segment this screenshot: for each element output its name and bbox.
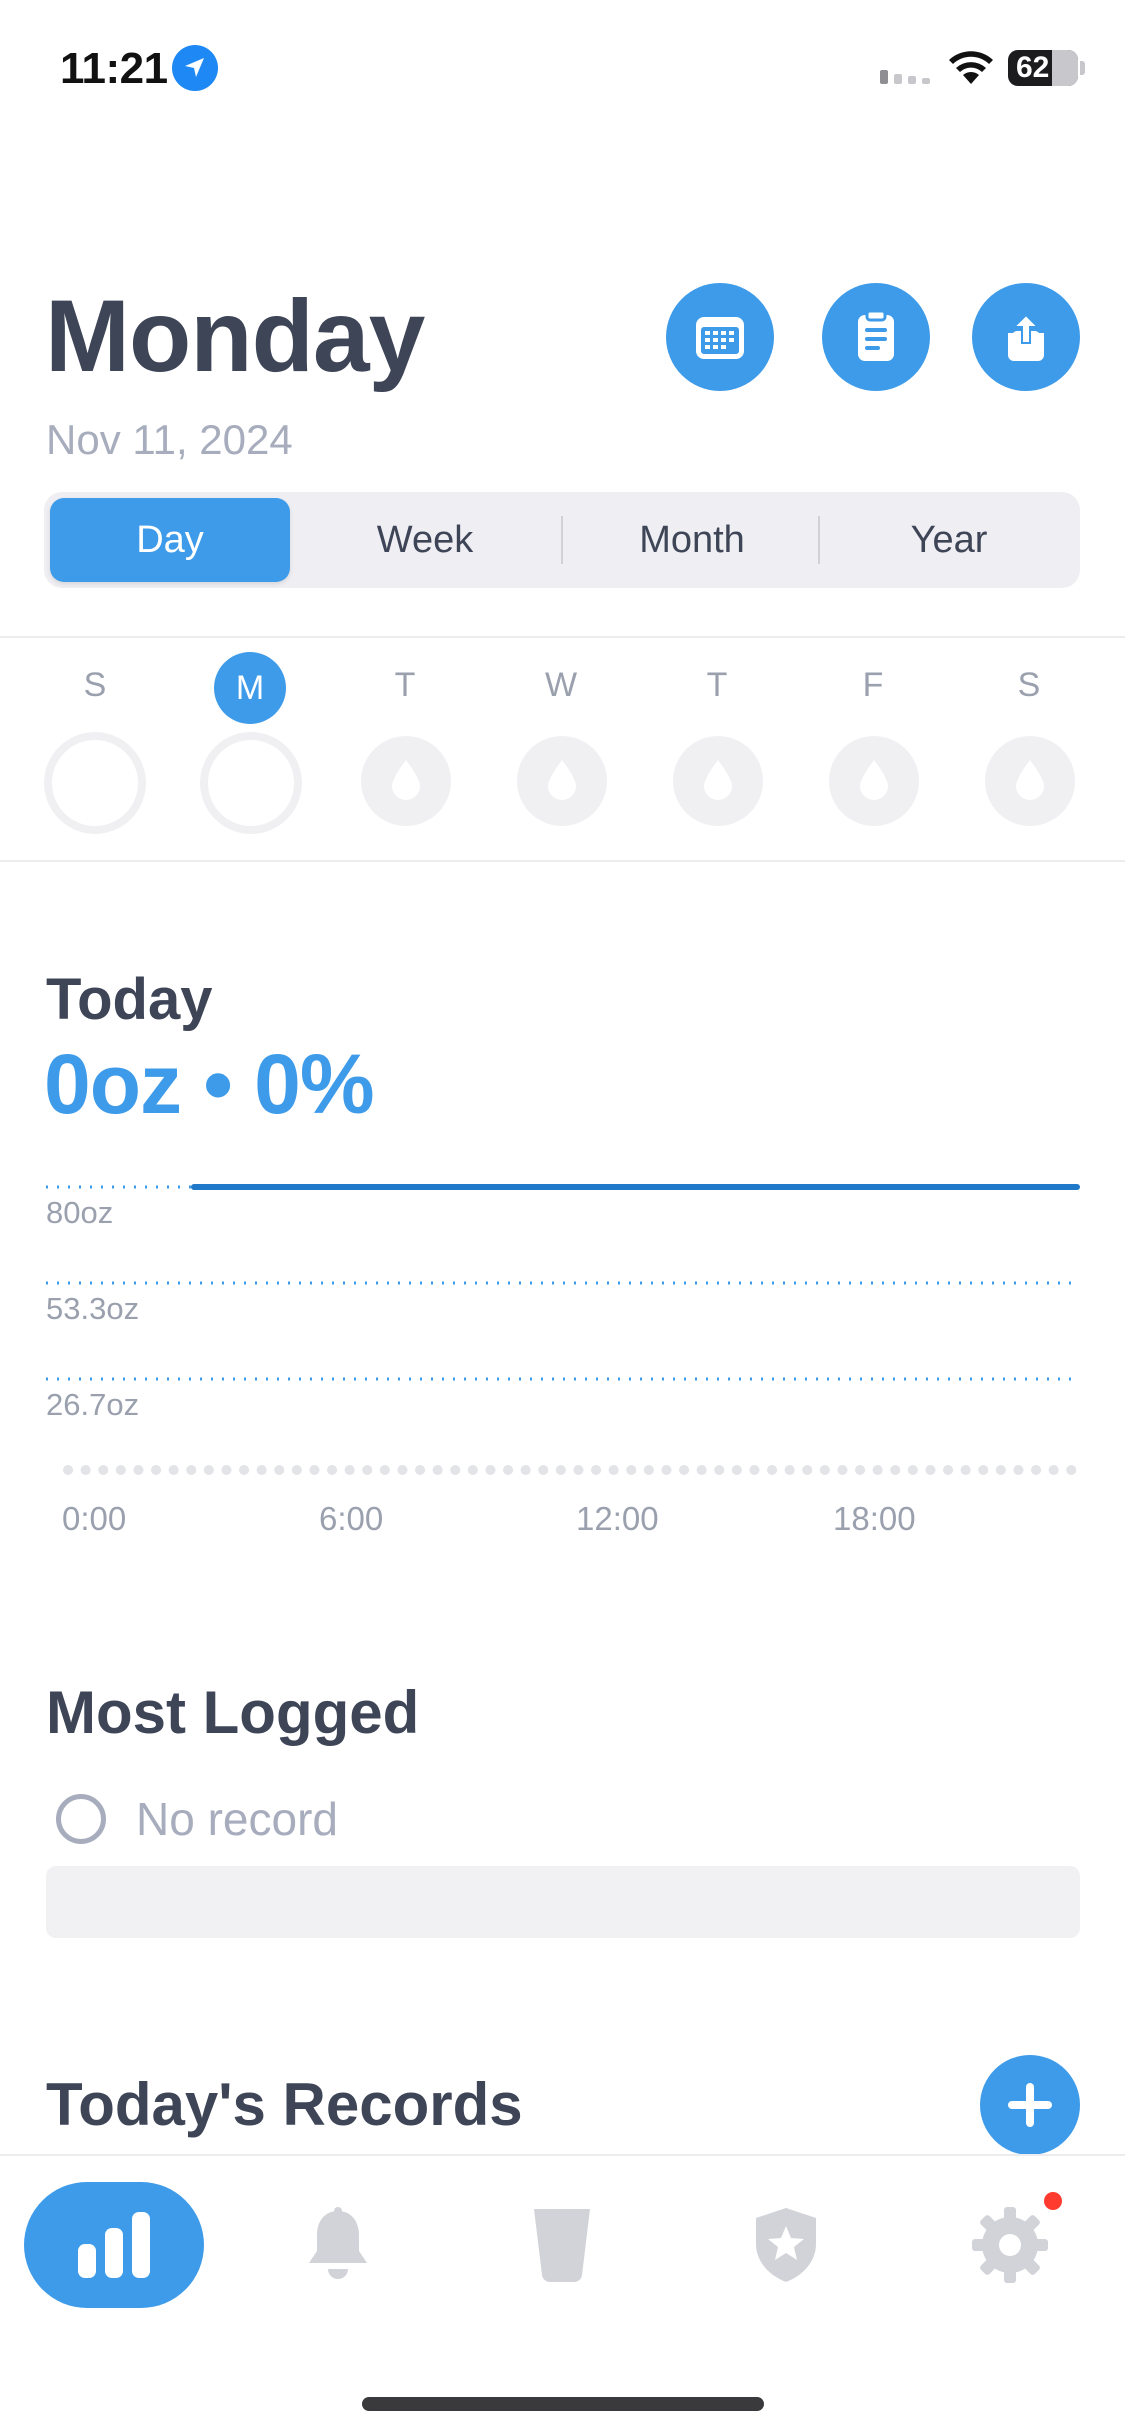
water-drop-icon bbox=[548, 760, 576, 800]
settings-notification-dot bbox=[1044, 2192, 1062, 2210]
tab-reminders[interactable] bbox=[248, 2182, 428, 2308]
status-bar: 11:21 62 bbox=[0, 0, 1125, 140]
status-time: 11:21 bbox=[60, 44, 168, 93]
segment-year[interactable]: Year bbox=[822, 498, 1076, 582]
divider bbox=[0, 860, 1125, 862]
tab-drinks[interactable] bbox=[472, 2182, 652, 2308]
intake-chart bbox=[46, 1184, 1081, 1475]
day-future-drop[interactable] bbox=[985, 736, 1075, 826]
x-tick-label: 12:00 bbox=[576, 1500, 659, 1537]
weekday-label[interactable]: S bbox=[994, 666, 1064, 705]
weekday-label[interactable]: S bbox=[60, 666, 130, 705]
day-progress-ring[interactable] bbox=[200, 732, 302, 834]
divider bbox=[0, 636, 1125, 638]
weekday-label[interactable]: T bbox=[370, 666, 440, 705]
shield-star-icon bbox=[756, 2208, 816, 2282]
battery-icon: 62 bbox=[1008, 50, 1078, 86]
day-progress-ring[interactable] bbox=[44, 732, 146, 834]
tab-achievements[interactable] bbox=[696, 2182, 876, 2308]
calendar-icon bbox=[696, 317, 744, 359]
page-date: Nov 11, 2024 bbox=[46, 416, 293, 463]
weekday-label-selected[interactable]: M bbox=[214, 652, 286, 724]
today-intake-value: 0oz • 0% bbox=[44, 1037, 375, 1131]
battery-level: 62 bbox=[1016, 51, 1050, 84]
y-tick-label: 53.3oz bbox=[46, 1291, 140, 1326]
x-tick-label: 18:00 bbox=[833, 1500, 916, 1537]
calendar-button[interactable] bbox=[666, 283, 774, 391]
tab-statistics[interactable] bbox=[24, 2182, 204, 2308]
day-future-drop[interactable] bbox=[361, 736, 451, 826]
tab-settings[interactable] bbox=[920, 2182, 1100, 2308]
water-drop-icon bbox=[392, 760, 420, 800]
cup-icon bbox=[534, 2209, 590, 2283]
share-icon bbox=[1008, 313, 1044, 361]
weekday-label[interactable]: T bbox=[682, 666, 752, 705]
wifi-icon bbox=[949, 51, 993, 84]
day-future-drop[interactable] bbox=[517, 736, 607, 826]
day-future-drop[interactable] bbox=[673, 736, 763, 826]
period-segmented-control: Day Week Month Year bbox=[44, 492, 1080, 588]
weekday-label[interactable]: F bbox=[838, 666, 908, 705]
battery-cap bbox=[1080, 61, 1085, 75]
clipboard-icon bbox=[858, 309, 894, 361]
water-drop-icon bbox=[1016, 760, 1044, 800]
no-record-text: No record bbox=[136, 1793, 338, 1845]
page-title: Monday bbox=[45, 279, 425, 393]
plus-icon bbox=[1008, 2083, 1052, 2127]
segment-day[interactable]: Day bbox=[50, 498, 290, 582]
radio-circle-icon bbox=[56, 1794, 106, 1844]
home-indicator[interactable] bbox=[362, 2397, 764, 2411]
segment-divider bbox=[818, 516, 820, 564]
x-tick-label: 0:00 bbox=[62, 1500, 127, 1537]
segment-month[interactable]: Month bbox=[564, 498, 820, 582]
chart-icon bbox=[78, 2212, 150, 2278]
location-arrow-icon bbox=[172, 45, 218, 91]
share-button[interactable] bbox=[972, 283, 1080, 391]
y-tick-label: 26.7oz bbox=[46, 1387, 140, 1422]
day-future-drop[interactable] bbox=[829, 736, 919, 826]
cellular-signal-icon bbox=[880, 70, 930, 84]
segment-divider bbox=[561, 516, 563, 564]
y-tick-label: 80oz bbox=[46, 1195, 114, 1230]
bell-icon bbox=[309, 2207, 367, 2279]
weekday-label[interactable]: W bbox=[526, 666, 596, 705]
most-logged-placeholder-bar bbox=[46, 1866, 1080, 1938]
segment-week[interactable]: Week bbox=[306, 498, 544, 582]
most-logged-title: Most Logged bbox=[46, 1679, 420, 1746]
clipboard-button[interactable] bbox=[822, 283, 930, 391]
x-tick-label: 6:00 bbox=[319, 1500, 384, 1537]
water-drop-icon bbox=[704, 760, 732, 800]
todays-records-title: Today's Records bbox=[46, 2071, 523, 2138]
water-drop-icon bbox=[860, 760, 888, 800]
today-label: Today bbox=[46, 967, 213, 1032]
gear-icon bbox=[972, 2207, 1048, 2283]
add-record-button[interactable] bbox=[980, 2055, 1080, 2155]
